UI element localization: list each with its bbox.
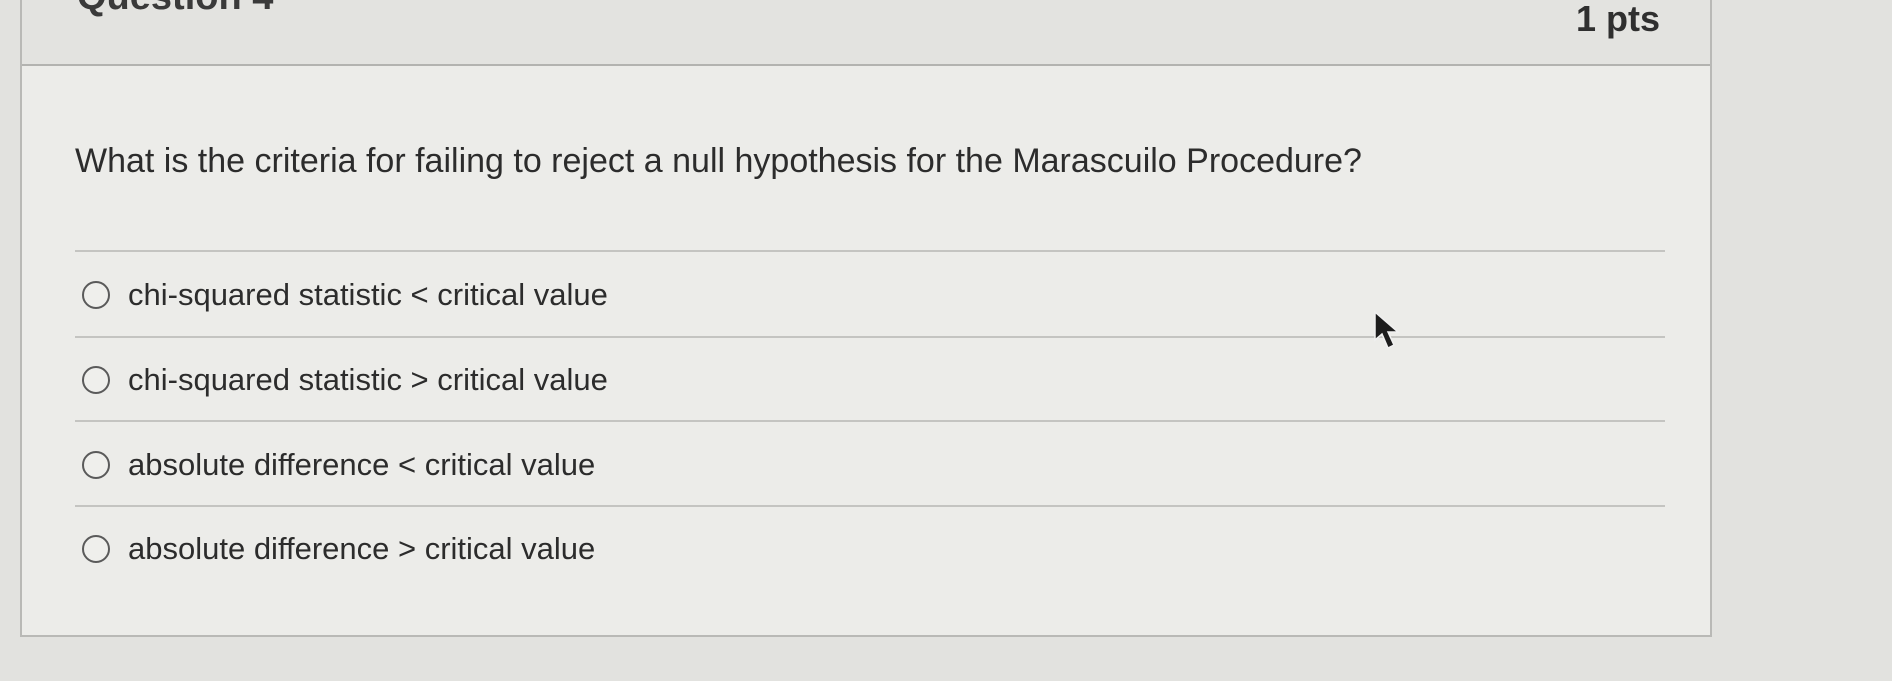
divider [75,336,1665,338]
radio-button-icon[interactable] [82,281,110,309]
answer-option-3[interactable]: absolute difference < critical value [82,440,595,490]
mouse-pointer-icon [1374,310,1401,350]
answer-list: chi-squared statistic < critical value c… [22,0,1710,635]
answer-option-4[interactable]: absolute difference > critical value [82,524,595,574]
answer-option-2[interactable]: chi-squared statistic > critical value [82,355,608,405]
answer-label: chi-squared statistic > critical value [128,362,608,397]
answer-label: absolute difference < critical value [128,447,596,482]
answer-option-1[interactable]: chi-squared statistic < critical value [82,270,608,320]
divider [75,505,1665,507]
answer-label: absolute difference > critical value [128,531,596,566]
divider [75,420,1665,422]
radio-button-icon[interactable] [82,366,110,394]
radio-button-icon[interactable] [82,535,110,563]
question-card: Question 4 1 pts What is the criteria fo… [20,0,1712,637]
answer-label: chi-squared statistic < critical value [128,277,608,312]
radio-button-icon[interactable] [82,451,110,479]
page: Question 4 1 pts What is the criteria fo… [0,0,1892,681]
